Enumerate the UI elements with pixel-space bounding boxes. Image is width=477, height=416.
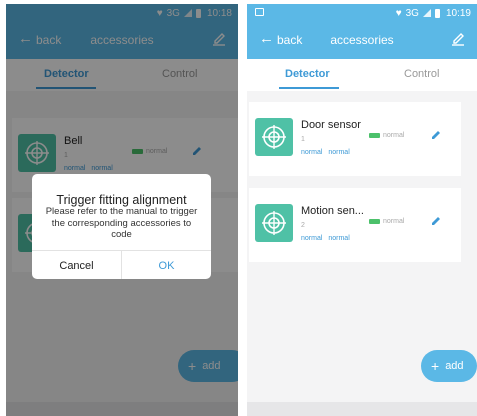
battery-icon [369, 133, 380, 138]
device-card[interactable]: Door sensor 1 normal normal normal [249, 102, 461, 176]
device-status: normal [383, 218, 405, 225]
ok-button[interactable]: OK [122, 260, 211, 272]
pencil-icon[interactable] [431, 130, 441, 140]
app-comparison: ♥ 3G 10:18 ← back accessories Detector C… [0, 0, 477, 416]
heart-icon: ♥ [395, 7, 402, 19]
device-tag: normal [328, 149, 350, 156]
device-tags: normal normal [301, 149, 354, 156]
dialog-title: Trigger fitting alignment [56, 193, 187, 207]
trigger-dialog: Trigger fitting alignment Please refer t… [32, 174, 211, 279]
cancel-button[interactable]: Cancel [32, 260, 121, 272]
status-bar: ♥ 3G 10:19 [247, 4, 477, 22]
device-tags: normal normal [301, 235, 354, 242]
target-icon [255, 204, 293, 242]
device-number: 2 [301, 222, 305, 229]
device-tag: normal [301, 149, 323, 156]
left-screen: ♥ 3G 10:18 ← back accessories Detector C… [6, 4, 238, 416]
navigation-strip [247, 402, 477, 416]
image-notification-icon [255, 8, 264, 16]
edit-icon[interactable] [451, 32, 465, 46]
device-number: 1 [301, 136, 305, 143]
page-title: accessories [330, 33, 394, 47]
device-name: Door sensor [301, 119, 361, 131]
device-card[interactable]: Motion sen... 2 normal normal normal [249, 188, 461, 262]
battery-icon [369, 219, 380, 224]
dialog-message: Please refer to the manual to trigger th… [45, 206, 198, 240]
tab-detector[interactable]: Detector [285, 68, 330, 80]
add-label: add [445, 360, 464, 372]
plus-icon: + [431, 358, 440, 374]
device-tag: normal [301, 235, 323, 242]
signal-icon [422, 9, 431, 17]
right-screen: ♥ 3G 10:19 ← back accessories Detector C… [247, 4, 477, 416]
device-name: Motion sen... [301, 205, 364, 217]
add-button[interactable]: + add [421, 350, 477, 382]
device-status: normal [383, 132, 405, 139]
target-icon [255, 118, 293, 156]
battery-status-icon [434, 8, 440, 18]
tab-bar: Detector Control [247, 59, 477, 91]
clock: 10:19 [445, 7, 471, 19]
pencil-icon[interactable] [431, 216, 441, 226]
tab-control[interactable]: Control [404, 68, 439, 80]
title-bar: ← back accessories [247, 22, 477, 59]
device-tag: normal [328, 235, 350, 242]
tab-indicator [279, 87, 339, 89]
network-type: 3G [405, 7, 419, 19]
